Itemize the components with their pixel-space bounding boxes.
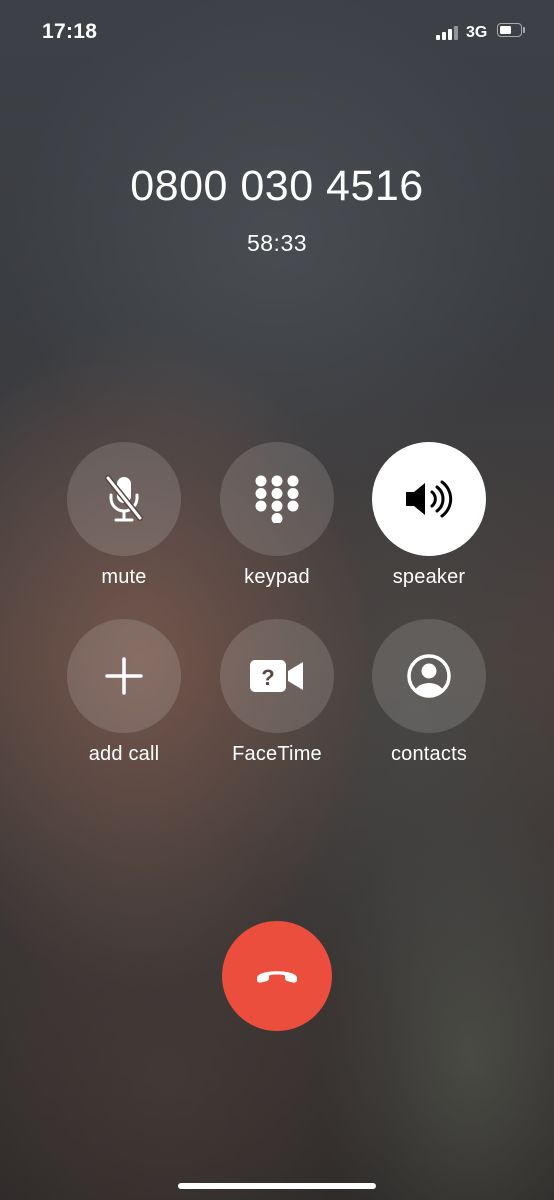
keypad-button[interactable]: keypad — [197, 442, 357, 589]
add-call-button[interactable]: add call — [44, 619, 204, 766]
speaker-button[interactable]: speaker — [349, 442, 509, 589]
status-bar: 17:18 3G — [0, 0, 554, 66]
mute-button[interactable]: mute — [44, 442, 204, 589]
status-time: 17:18 — [42, 20, 98, 43]
facetime-label: FaceTime — [232, 743, 322, 765]
contacts-label: contacts — [390, 743, 468, 765]
keypad-label: keypad — [244, 566, 310, 588]
add-call-button-circle[interactable] — [67, 619, 181, 733]
mic-slash-icon — [105, 475, 143, 522]
network-type: 3G — [466, 24, 488, 41]
facetime-button[interactable]: ? FaceTime — [197, 619, 357, 766]
speaker-button-circle[interactable] — [372, 442, 486, 556]
end-call-button[interactable] — [222, 921, 332, 1031]
keypad-icon — [255, 475, 299, 523]
mute-label: mute — [101, 566, 147, 588]
phone-hangup-icon — [257, 971, 297, 983]
video-camera-icon: ? — [250, 660, 303, 692]
keypad-button-circle[interactable] — [220, 442, 334, 556]
contacts-button[interactable]: contacts — [349, 619, 509, 766]
facetime-button-circle[interactable]: ? — [220, 619, 334, 733]
speaker-label: speaker — [392, 566, 466, 588]
plus-icon — [105, 657, 143, 695]
svg-text:?: ? — [261, 665, 274, 690]
battery-icon — [497, 23, 526, 39]
caller-number: 0800 030 4516 — [130, 162, 424, 210]
contacts-button-circle[interactable] — [372, 619, 486, 733]
call-duration: 58:33 — [246, 230, 308, 256]
mute-button-circle[interactable] — [67, 442, 181, 556]
call-screen: 17:18 3G 0800 030 4516 58:33 mute keypad… — [0, 0, 554, 1200]
speaker-icon — [406, 480, 453, 518]
add-call-label: add call — [88, 743, 160, 765]
home-indicator[interactable] — [178, 1183, 376, 1189]
person-circle-icon — [407, 654, 451, 698]
cellular-signal-icon — [436, 26, 462, 40]
